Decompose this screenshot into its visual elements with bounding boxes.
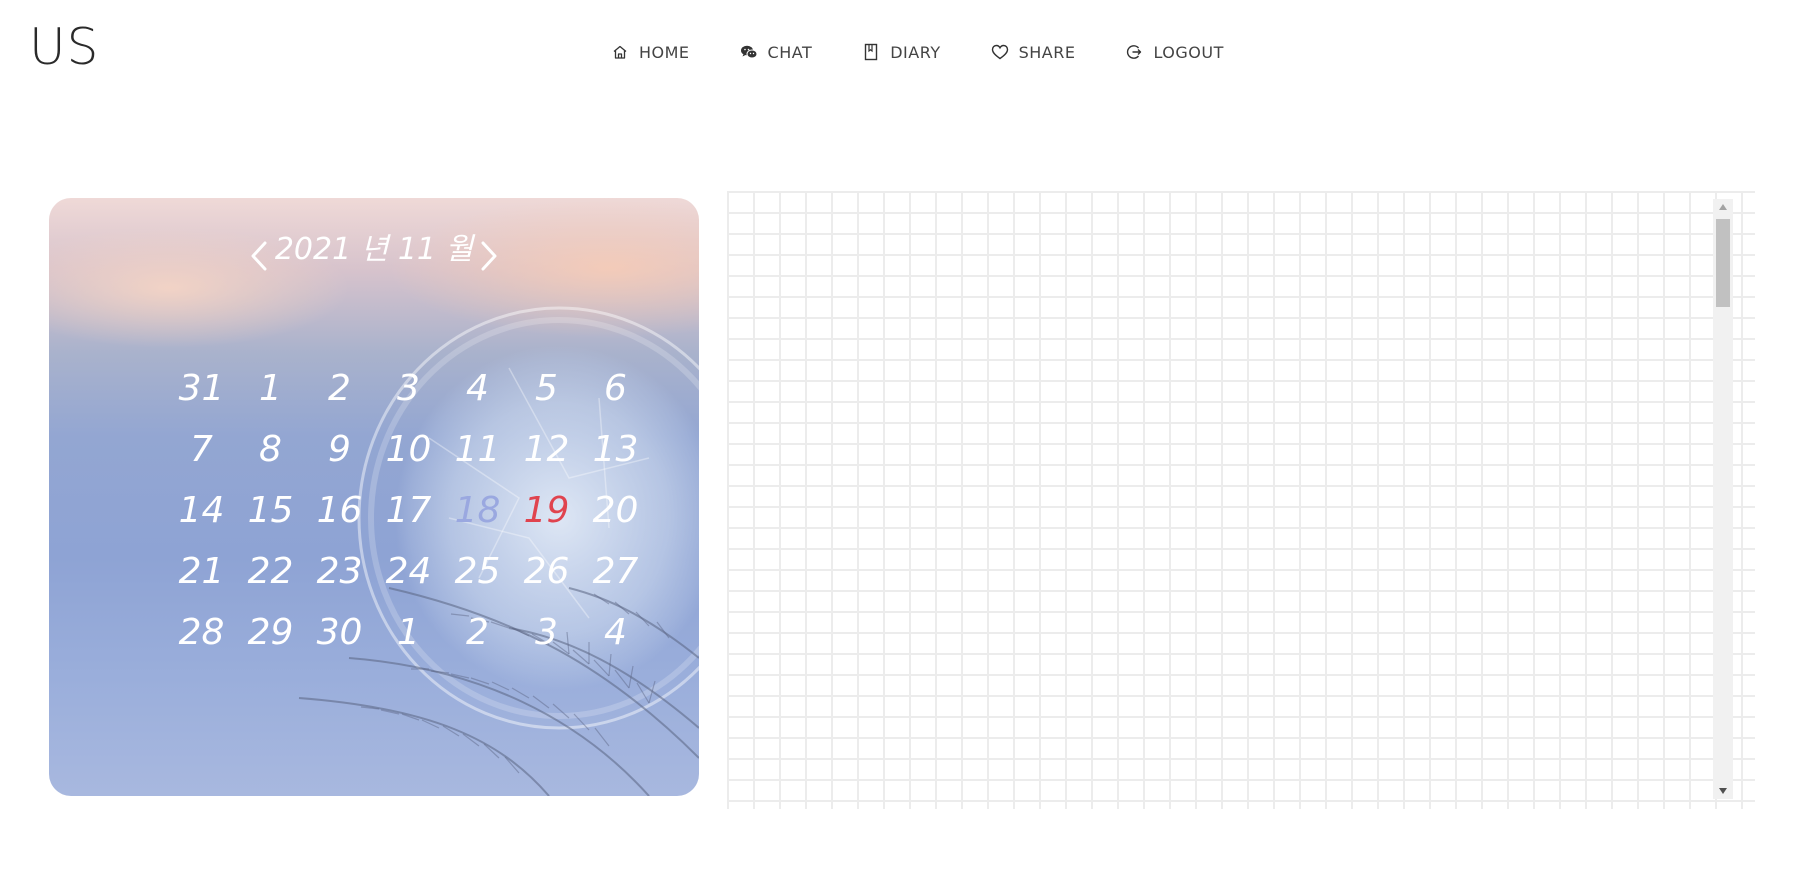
calendar-day[interactable]: 29 (236, 602, 305, 663)
calendar-header: 2021 년 11 월 (49, 226, 699, 286)
nav-chat[interactable]: CHAT (740, 43, 813, 62)
calendar-month-title: 2021 년 11 월 (274, 232, 474, 267)
calendar-day[interactable]: 7 (167, 419, 236, 480)
calendar-day-selected[interactable]: 19 (512, 480, 581, 541)
nav-logout-label: LOGOUT (1153, 42, 1224, 62)
scroll-up-button[interactable] (1713, 199, 1733, 215)
calendar-day-today[interactable]: 18 (443, 480, 512, 541)
calendar-day[interactable]: 16 (305, 480, 374, 541)
calendar-day[interactable]: 5 (512, 358, 581, 419)
grid-note-panel[interactable] (727, 191, 1755, 809)
calendar-widget: 2021 년 11 월 31 1 2 3 4 5 6 7 8 9 10 11 12 13 14 15 16 17 1… (49, 198, 699, 796)
calendar-day[interactable]: 27 (581, 541, 650, 602)
calendar-day-grid: 31 1 2 3 4 5 6 7 8 9 10 11 12 13 14 15 16 17 18 19 20 21 22 23 2… (167, 358, 650, 663)
calendar-day[interactable]: 30 (305, 602, 374, 663)
calendar-day[interactable]: 3 (512, 602, 581, 663)
calendar-day[interactable]: 11 (443, 419, 512, 480)
calendar-day[interactable]: 28 (167, 602, 236, 663)
calendar-day[interactable]: 17 (374, 480, 443, 541)
scroll-thumb[interactable] (1716, 219, 1730, 307)
nav-logout[interactable]: LOGOUT (1125, 43, 1223, 62)
calendar-day[interactable]: 22 (236, 541, 305, 602)
nav-diary-label: DIARY (890, 42, 941, 62)
nav-chat-label: CHAT (767, 42, 813, 62)
next-month-button[interactable] (475, 236, 503, 276)
nav-home-label: HOME (639, 42, 690, 62)
triangle-down-icon (1719, 788, 1727, 794)
app-logo[interactable]: US (29, 22, 99, 72)
nav-share[interactable]: SHARE (991, 43, 1076, 62)
calendar-day[interactable]: 2 (305, 358, 374, 419)
chevron-left-icon (251, 241, 267, 271)
calendar-day[interactable]: 4 (581, 602, 650, 663)
triangle-up-icon (1719, 204, 1727, 210)
calendar-day[interactable]: 1 (236, 358, 305, 419)
nav-share-label: SHARE (1018, 42, 1076, 62)
nav-home[interactable]: HOME (611, 43, 690, 62)
scroll-down-button[interactable] (1713, 783, 1733, 799)
calendar-day[interactable]: 1 (374, 602, 443, 663)
calendar-day[interactable]: 2 (443, 602, 512, 663)
nav-diary[interactable]: DIARY (862, 43, 940, 62)
calendar-day[interactable]: 24 (374, 541, 443, 602)
calendar-day[interactable]: 13 (581, 419, 650, 480)
home-icon (611, 43, 629, 61)
calendar-day[interactable]: 6 (581, 358, 650, 419)
calendar-day[interactable]: 3 (374, 358, 443, 419)
calendar-day[interactable]: 25 (443, 541, 512, 602)
logout-icon (1125, 43, 1143, 61)
calendar-day[interactable]: 21 (167, 541, 236, 602)
prev-month-button[interactable] (245, 236, 273, 276)
calendar-day[interactable]: 8 (236, 419, 305, 480)
calendar-day[interactable]: 31 (167, 358, 236, 419)
calendar-day[interactable]: 4 (443, 358, 512, 419)
diary-icon (862, 43, 880, 61)
calendar-day[interactable]: 10 (374, 419, 443, 480)
calendar-day[interactable]: 12 (512, 419, 581, 480)
calendar-day[interactable]: 14 (167, 480, 236, 541)
heart-icon (991, 43, 1009, 61)
chat-icon (740, 43, 758, 61)
main-nav: HOME CHAT DIARY SHARE LOGOUT (611, 40, 1274, 64)
calendar-day[interactable]: 9 (305, 419, 374, 480)
calendar-day[interactable]: 26 (512, 541, 581, 602)
chevron-right-icon (481, 241, 497, 271)
calendar-day[interactable]: 20 (581, 480, 650, 541)
calendar-day[interactable]: 23 (305, 541, 374, 602)
panel-scrollbar[interactable] (1713, 199, 1733, 799)
calendar-day[interactable]: 15 (236, 480, 305, 541)
